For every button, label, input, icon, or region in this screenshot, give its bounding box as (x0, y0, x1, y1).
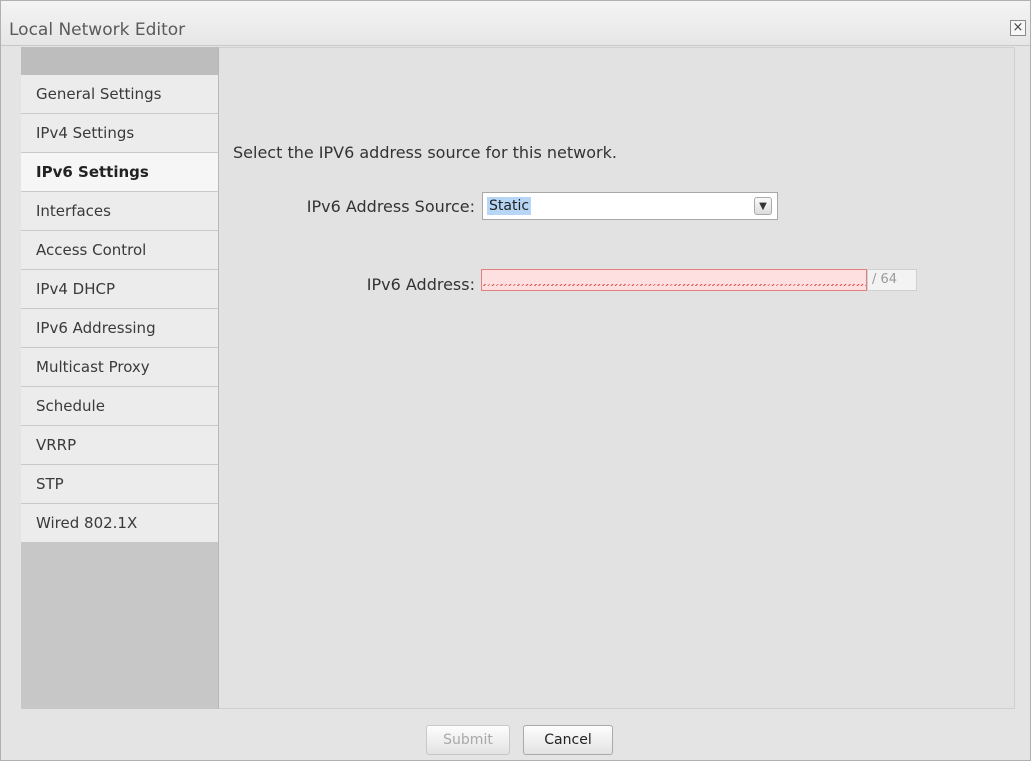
sidebar-item-wired-802-1x[interactable]: Wired 802.1X (21, 504, 218, 543)
close-button[interactable]: × (1010, 20, 1026, 36)
cancel-button[interactable]: Cancel (523, 725, 613, 755)
dialog-footer: Submit Cancel (1, 713, 1030, 761)
sidebar-item-label: Schedule (36, 397, 105, 415)
sidebar-item-multicast-proxy[interactable]: Multicast Proxy (21, 348, 218, 387)
sidebar-item-label: Access Control (36, 241, 147, 259)
sidebar-item-vrrp[interactable]: VRRP (21, 426, 218, 465)
prefix-length-value: 64 (880, 272, 898, 287)
submit-button[interactable]: Submit (426, 725, 510, 755)
sidebar-item-label: Wired 802.1X (36, 514, 138, 532)
address-source-select[interactable]: Static ▼ (482, 192, 778, 220)
prefix-separator: / (872, 272, 877, 287)
sidebar-item-ipv4-settings[interactable]: IPv4 Settings (21, 114, 218, 153)
sidebar-item-general-settings[interactable]: General Settings (21, 75, 218, 114)
ipv6-address-label: IPv6 Address: (366, 275, 475, 294)
local-network-editor-window: Local Network Editor × General Settings … (0, 0, 1031, 761)
ipv6-settings-panel: Select the IPV6 address source for this … (219, 47, 1015, 709)
sidebar-item-label: Interfaces (36, 202, 111, 220)
sidebar-item-label: IPv6 Addressing (36, 319, 156, 337)
sidebar-item-stp[interactable]: STP (21, 465, 218, 504)
sidebar-item-label: STP (36, 475, 64, 493)
address-source-label: IPv6 Address Source: (306, 197, 475, 216)
sidebar-item-label: Multicast Proxy (36, 358, 150, 376)
sidebar-header (21, 47, 218, 75)
sidebar-item-label: IPv6 Settings (36, 163, 149, 181)
title-bar[interactable]: Local Network Editor × (1, 1, 1030, 46)
sidebar-item-label: General Settings (36, 85, 162, 103)
sidebar-item-label: IPv4 Settings (36, 124, 135, 142)
ipv6-address-input[interactable] (481, 269, 867, 291)
sidebar-item-label: IPv4 DHCP (36, 280, 116, 298)
sidebar-item-access-control[interactable]: Access Control (21, 231, 218, 270)
prefix-length-field[interactable]: / 64 (867, 269, 917, 291)
sidebar-item-label: VRRP (36, 436, 77, 454)
sidebar-item-ipv4-dhcp[interactable]: IPv4 DHCP (21, 270, 218, 309)
sidebar-item-ipv6-settings[interactable]: IPv6 Settings (21, 153, 218, 192)
address-source-selected-value: Static (487, 197, 532, 215)
window-title: Local Network Editor (9, 20, 186, 40)
sidebar-item-interfaces[interactable]: Interfaces (21, 192, 218, 231)
sidebar-item-schedule[interactable]: Schedule (21, 387, 218, 426)
section-description: Select the IPV6 address source for this … (233, 143, 617, 162)
chevron-down-icon[interactable]: ▼ (754, 197, 772, 215)
sidebar: General Settings IPv4 Settings IPv6 Sett… (21, 47, 219, 709)
close-icon: × (1012, 20, 1024, 35)
sidebar-item-ipv6-addressing[interactable]: IPv6 Addressing (21, 309, 218, 348)
